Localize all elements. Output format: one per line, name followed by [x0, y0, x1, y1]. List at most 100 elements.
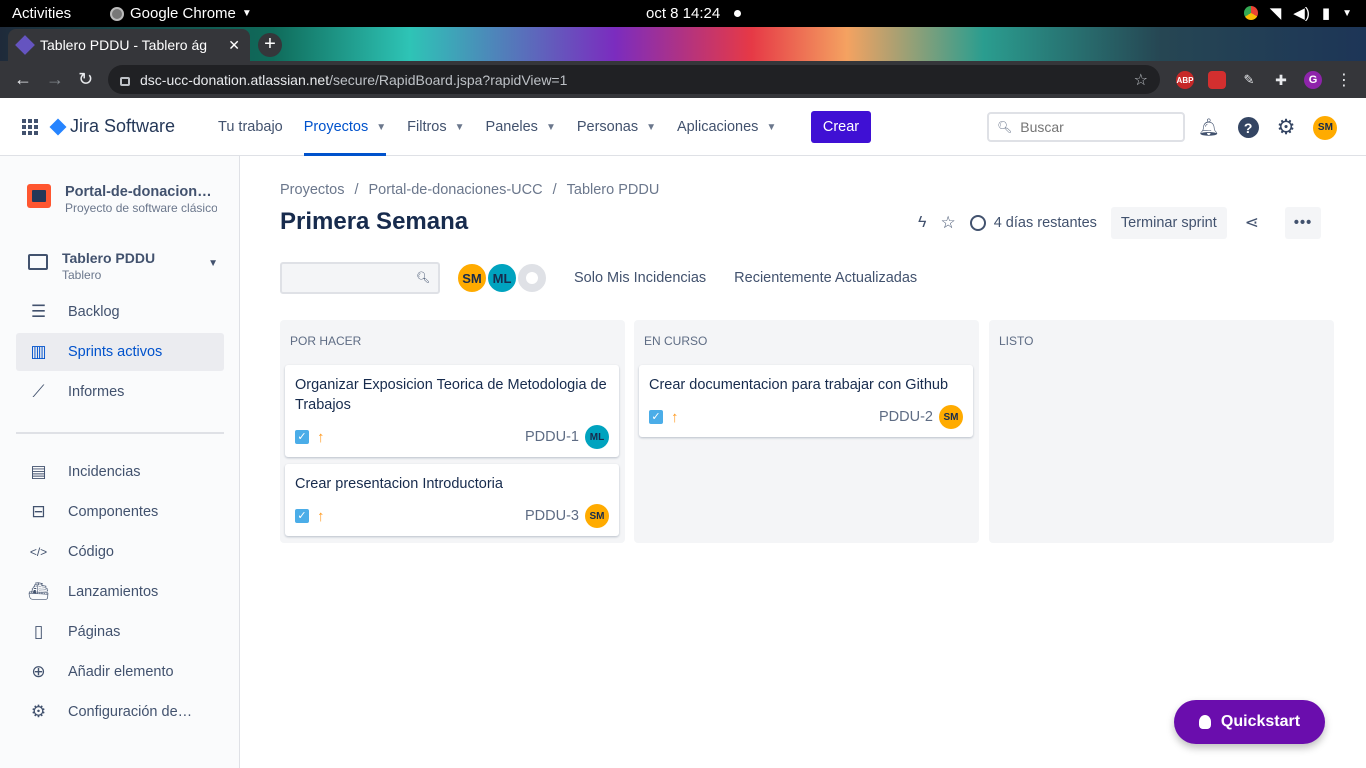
wifi-icon: ◥ — [1269, 5, 1282, 22]
sidebar-item-informes[interactable]: ⟋ Informes — [16, 373, 224, 411]
lightning-icon[interactable]: ϟ — [918, 214, 926, 232]
issue-card[interactable]: Crear presentacion Introductoria ✓ ↑ PDDU-3… — [285, 464, 619, 536]
issues-icon: ▤ — [30, 462, 47, 481]
jira-logo[interactable]: Jira Software — [49, 116, 176, 137]
quickstart-button[interactable]: Quickstart — [1174, 700, 1325, 744]
issue-card[interactable]: Crear documentacion para trabajar con Gi… — [639, 365, 973, 437]
share-icon[interactable]: ⋖ — [1245, 213, 1259, 233]
task-type-icon: ✓ — [649, 410, 663, 424]
breadcrumb: Proyectos / Portal-de-donaciones-UCC / Table… — [280, 182, 659, 198]
issue-key[interactable]: PDDU-2 — [879, 409, 933, 425]
add-item-icon: ⊕ — [31, 662, 46, 681]
project-header[interactable]: Portal-de-donaciones-UCC Proyecto de sof… — [27, 184, 217, 215]
app-menu[interactable]: Google Chrome ▼ — [110, 5, 252, 22]
assignee-avatar[interactable]: SM — [585, 504, 609, 528]
sidebar-item-label: Incidencias — [68, 464, 141, 480]
breadcrumb-item[interactable]: Proyectos — [280, 182, 344, 198]
breadcrumb-item[interactable]: Tablero PDDU — [567, 182, 660, 198]
breadcrumb-item[interactable]: Portal-de-donaciones-UCC — [369, 182, 543, 198]
issue-title: Organizar Exposicion Teorica de Metodolo… — [295, 377, 607, 413]
assignee-avatar[interactable]: ML — [585, 425, 609, 449]
sidebar-item-componentes[interactable]: ⊟ Componentes — [16, 493, 224, 531]
complete-sprint-button[interactable]: Terminar sprint — [1110, 207, 1227, 239]
app-switcher-icon[interactable] — [22, 119, 38, 135]
create-button[interactable]: Crear — [811, 111, 871, 143]
settings-gear-icon[interactable]: ⚙ — [1277, 115, 1296, 140]
sidebar-item-label: Lanzamientos — [68, 584, 159, 600]
extensions-area: ABP ✎ ✚ G ⋮ — [1176, 70, 1352, 90]
volume-icon: ◀) — [1293, 5, 1310, 22]
board-search-input[interactable] — [282, 264, 412, 292]
nav-label: Paneles — [485, 119, 538, 135]
issue-card[interactable]: Organizar Exposicion Teorica de Metodolo… — [285, 365, 619, 457]
issue-title: Crear presentacion Introductoria — [295, 476, 503, 492]
reload-icon[interactable]: ↻ — [78, 69, 93, 90]
sidebar-item-configuración-de-proyecto[interactable]: ⚙ Configuración de proyecto — [16, 693, 224, 731]
nav-aplicaciones[interactable]: Aplicaciones ▼ — [677, 98, 776, 156]
sidebar-item-label: Configuración de proyecto — [68, 704, 194, 720]
sidebar-item-sprints-activos[interactable]: ▥ Sprints activos — [16, 333, 224, 371]
sidebar-item-páginas[interactable]: ▯ Páginas — [16, 613, 224, 651]
issue-key[interactable]: PDDU-3 — [525, 508, 579, 524]
more-actions-button[interactable]: ••• — [1285, 207, 1322, 239]
board-selector[interactable]: Tablero PDDU Tablero ▼ — [28, 250, 218, 282]
board-icon — [28, 254, 48, 270]
profile-avatar[interactable]: G — [1304, 71, 1322, 89]
nav-tu-trabajo[interactable]: Tu trabajo — [218, 98, 283, 156]
bookmark-star-icon[interactable]: ☆ — [1134, 70, 1148, 90]
nav-proyectos[interactable]: Proyectos ▼ — [303, 98, 387, 156]
quick-filter-recent[interactable]: Recientemente Actualizadas — [734, 270, 917, 286]
star-icon[interactable]: ☆ — [940, 213, 955, 233]
nav-paneles[interactable]: Paneles ▼ — [486, 98, 556, 156]
quick-filter-mine[interactable]: Solo Mis Incidencias — [574, 270, 706, 286]
address-bar[interactable]: dsc-ucc-donation.atlassian.net/secure/Ra… — [108, 65, 1160, 94]
nav-filtros[interactable]: Filtros ▼ — [407, 98, 464, 156]
notifications-bell-icon[interactable]: 🔔︎ — [1198, 118, 1220, 138]
assignee-avatar[interactable]: SM — [939, 405, 963, 429]
browser-tab[interactable]: Tablero PDDU - Tablero ág ✕ — [8, 29, 250, 61]
sidebar-divider — [16, 432, 224, 434]
adblock-icon[interactable]: ABP — [1176, 71, 1194, 89]
task-type-icon: ✓ — [295, 509, 309, 523]
search-box[interactable]: 🔍︎ — [987, 112, 1185, 142]
nav-personas[interactable]: Personas ▼ — [577, 98, 656, 156]
board-column: POR HACER Organizar Exposicion Teorica de… — [280, 320, 625, 543]
unassigned-avatar-icon[interactable] — [516, 262, 548, 294]
components-icon: ⊟ — [31, 502, 46, 521]
sidebar-item-incidencias[interactable]: ▤ Incidencias — [16, 453, 224, 491]
sprint-header-tools: ϟ ☆ 4 días restantes Terminar sprint ⋖ •… — [918, 207, 1322, 239]
shield-extension-icon[interactable] — [1208, 71, 1226, 89]
forward-arrow-icon[interactable]: → — [46, 69, 64, 90]
user-avatar[interactable]: SM — [1313, 115, 1338, 140]
help-icon[interactable]: ? — [1237, 117, 1259, 138]
puzzle-icon[interactable]: ✚ — [1272, 71, 1290, 89]
chevron-down-icon: ▼ — [454, 121, 465, 133]
search-input[interactable] — [1020, 119, 1171, 135]
assignee-filter: SM ML — [456, 262, 548, 294]
sidebar-item-lanzamientos[interactable]: ⛴ Lanzamientos — [16, 573, 224, 611]
battery-icon: ▮ — [1321, 5, 1331, 22]
system-tray[interactable]: ◥ ◀) ▮ ▼ — [1243, 4, 1352, 22]
sidebar-item-label: Backlog — [68, 304, 120, 320]
close-tab-icon[interactable]: ✕ — [228, 37, 240, 54]
issue-key[interactable]: PDDU-1 — [525, 429, 579, 445]
logo-text: Jira Software — [70, 116, 176, 136]
priority-high-icon: ↑ — [671, 408, 679, 426]
kebab-menu-icon[interactable]: ⋮ — [1336, 70, 1352, 90]
board-search[interactable]: 🔍︎ — [280, 262, 440, 294]
project-name: Portal-de-donaciones-UCC — [65, 184, 217, 200]
clock[interactable]: oct 8 14:24 — [646, 5, 720, 22]
sidebar-item-añadir-elemento[interactable]: ⊕ Añadir elemento — [16, 653, 224, 691]
nav-label: Filtros — [407, 119, 447, 135]
url-text: dsc-ucc-donation.atlassian.net/secure/Ra… — [140, 71, 568, 88]
sidebar-item-código[interactable]: </> Código — [16, 533, 224, 571]
tool-extension-icon[interactable]: ✎ — [1240, 71, 1258, 89]
new-tab-button[interactable]: + — [258, 33, 282, 57]
activities-button[interactable]: Activities — [12, 5, 71, 22]
breadcrumb-separator: / — [354, 182, 359, 198]
back-arrow-icon[interactable]: ← — [14, 69, 32, 90]
sidebar-item-backlog[interactable]: ☰ Backlog — [16, 293, 224, 331]
assignee-avatar[interactable]: ML — [486, 262, 518, 294]
assignee-avatar[interactable]: SM — [456, 262, 488, 294]
tab-title: Tablero PDDU - Tablero ág — [40, 37, 208, 53]
